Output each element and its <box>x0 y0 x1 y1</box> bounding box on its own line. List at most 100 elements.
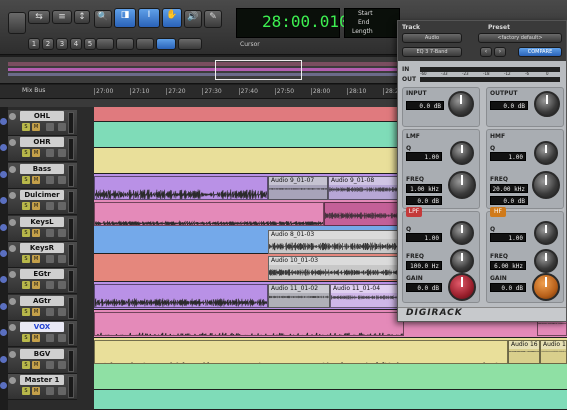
output-value[interactable]: 0.0 dB <box>490 101 528 110</box>
track-header-master-1[interactable]: Master 1 SM <box>8 374 77 400</box>
hf-q-knob[interactable] <box>534 221 558 245</box>
lf-q-knob[interactable] <box>450 221 474 245</box>
automation-button[interactable] <box>58 255 66 263</box>
solo-button[interactable]: S <box>22 307 30 316</box>
automation-button[interactable] <box>58 149 66 158</box>
record-enable-icon[interactable] <box>9 297 16 305</box>
automation-button[interactable] <box>58 281 66 290</box>
plugin-compare-button[interactable]: COMPARE <box>518 47 562 57</box>
mute-button[interactable]: M <box>32 281 40 290</box>
track-name[interactable]: BGV <box>20 348 64 359</box>
clip-dulcimer-b[interactable] <box>324 202 400 226</box>
zoom-tool-button[interactable]: 🔍 <box>94 10 112 28</box>
lf-q-value[interactable]: 1.00 <box>406 233 442 242</box>
lf-gain-value[interactable]: 0.0 dB <box>406 283 442 292</box>
track-header-ohr[interactable]: OHR S M <box>8 136 77 163</box>
hmf-freq-value[interactable]: 20.00 kHz <box>490 184 528 193</box>
record-enable-icon[interactable] <box>9 165 16 173</box>
lpf-badge[interactable]: LPF <box>406 207 422 217</box>
track-name[interactable]: VOX <box>20 322 64 333</box>
automation-button[interactable] <box>58 228 66 237</box>
mute-button[interactable]: M <box>32 202 40 211</box>
lmf-q-value[interactable]: 1.00 <box>406 152 442 161</box>
lf-freq-knob[interactable] <box>450 249 474 273</box>
grabber-tool-button[interactable]: ✋ <box>162 8 182 28</box>
clip-agtr-main[interactable] <box>94 312 404 336</box>
lmf-freq-value[interactable]: 1.00 kHz <box>406 184 442 193</box>
input-monitor-icon[interactable] <box>0 302 7 310</box>
record-enable-icon[interactable] <box>9 192 16 200</box>
input-monitor-icon[interactable] <box>0 118 7 125</box>
scrubber-tool-button[interactable]: 🔊 <box>184 10 202 28</box>
solo-button[interactable]: S <box>22 202 30 211</box>
clip-egtr-b[interactable]: Audio 11_01-04 <box>330 284 400 308</box>
preset-1-button[interactable]: 1 <box>28 38 40 50</box>
lane-master[interactable] <box>94 390 567 410</box>
output-knob[interactable] <box>534 91 560 117</box>
playlist-button[interactable] <box>46 334 54 343</box>
clip-keys-a[interactable]: Audio 8_01-03 <box>268 230 400 254</box>
playlist-button[interactable] <box>46 149 54 158</box>
track-name[interactable]: OHR <box>20 137 64 148</box>
track-header-keysl[interactable]: KeysL S M <box>8 215 77 242</box>
input-monitor-icon[interactable] <box>0 170 7 178</box>
automation-button[interactable] <box>58 202 66 211</box>
input-monitor-icon[interactable] <box>0 382 7 389</box>
plugin-insert-select[interactable]: EQ 3 7-Band <box>402 47 462 57</box>
track-name[interactable]: Master 1 <box>20 375 64 385</box>
clip-egtr-main[interactable] <box>94 284 268 308</box>
automation-button[interactable] <box>58 334 66 343</box>
solo-button[interactable]: S <box>22 175 30 184</box>
record-enable-icon[interactable] <box>9 271 16 279</box>
track-header-agtr[interactable]: AGtr S M <box>8 294 77 321</box>
clip-dulcimer-main[interactable] <box>94 202 324 226</box>
automation-button[interactable] <box>58 360 66 369</box>
plugin-preset-select[interactable]: <factory default> <box>478 33 562 43</box>
solo-button[interactable]: S <box>22 281 30 290</box>
clip-bass-a[interactable]: Audio 9_01-07 <box>268 176 328 200</box>
track-header-dulcimer[interactable]: Dulcimer S M <box>8 189 77 216</box>
preset-4-button[interactable]: 4 <box>70 38 82 50</box>
lf-gain-knob[interactable] <box>448 273 476 301</box>
hf-gain-value[interactable]: 0.0 dB <box>490 283 526 292</box>
playlist-button[interactable] <box>46 307 54 316</box>
record-enable-icon[interactable] <box>9 350 16 358</box>
hf-q-value[interactable]: 1.00 <box>490 233 526 242</box>
mute-button[interactable]: M <box>32 334 40 343</box>
link-timeline-button[interactable] <box>116 38 134 50</box>
link-track-button[interactable] <box>136 38 154 50</box>
track-name[interactable]: Bass <box>20 163 64 174</box>
playlist-button[interactable] <box>46 281 54 290</box>
preset-2-button[interactable]: 2 <box>42 38 54 50</box>
track-name[interactable]: Dulcimer <box>20 190 64 201</box>
record-enable-icon[interactable] <box>9 324 16 332</box>
record-enable-icon[interactable] <box>9 139 16 147</box>
hmf-freq-knob[interactable] <box>532 171 560 199</box>
mirror-midi-button[interactable] <box>156 38 176 50</box>
lane-bgv[interactable] <box>94 364 567 390</box>
mute-button[interactable]: M <box>32 307 40 316</box>
track-header-keysr[interactable]: KeysR S M <box>8 242 77 268</box>
mute-button[interactable]: M <box>32 149 40 158</box>
hmf-q-value[interactable]: 1.00 <box>490 152 526 161</box>
solo-button[interactable]: S <box>22 334 30 343</box>
pencil-tool-button[interactable]: ✎ <box>204 10 222 28</box>
shuffle-mode-button[interactable]: ⇆ <box>28 10 50 24</box>
record-enable-icon[interactable] <box>9 245 16 252</box>
preset-5-button[interactable]: 5 <box>84 38 96 50</box>
overview-view-box[interactable] <box>215 60 302 80</box>
clip-vox-b[interactable]: Audio 1 <box>540 340 567 364</box>
trim-tool-button[interactable]: ◨ <box>114 8 136 28</box>
slip-mode-button[interactable]: ≡ <box>52 10 72 24</box>
track-header-vox[interactable]: VOX S M <box>8 321 77 348</box>
plugin-track-select[interactable]: Audio <box>402 33 462 43</box>
input-monitor-icon[interactable] <box>0 355 7 363</box>
clip-keys-b[interactable]: Audio 10_01-03 <box>268 256 400 280</box>
solo-button[interactable]: S <box>22 255 30 263</box>
input-knob[interactable] <box>448 91 474 117</box>
track-header-egtr[interactable]: EGtr S M <box>8 268 77 295</box>
solo-button[interactable]: S <box>22 360 30 369</box>
playlist-button[interactable] <box>46 387 54 395</box>
zoom-out-button[interactable] <box>8 12 26 34</box>
track-name[interactable]: EGtr <box>20 269 64 280</box>
